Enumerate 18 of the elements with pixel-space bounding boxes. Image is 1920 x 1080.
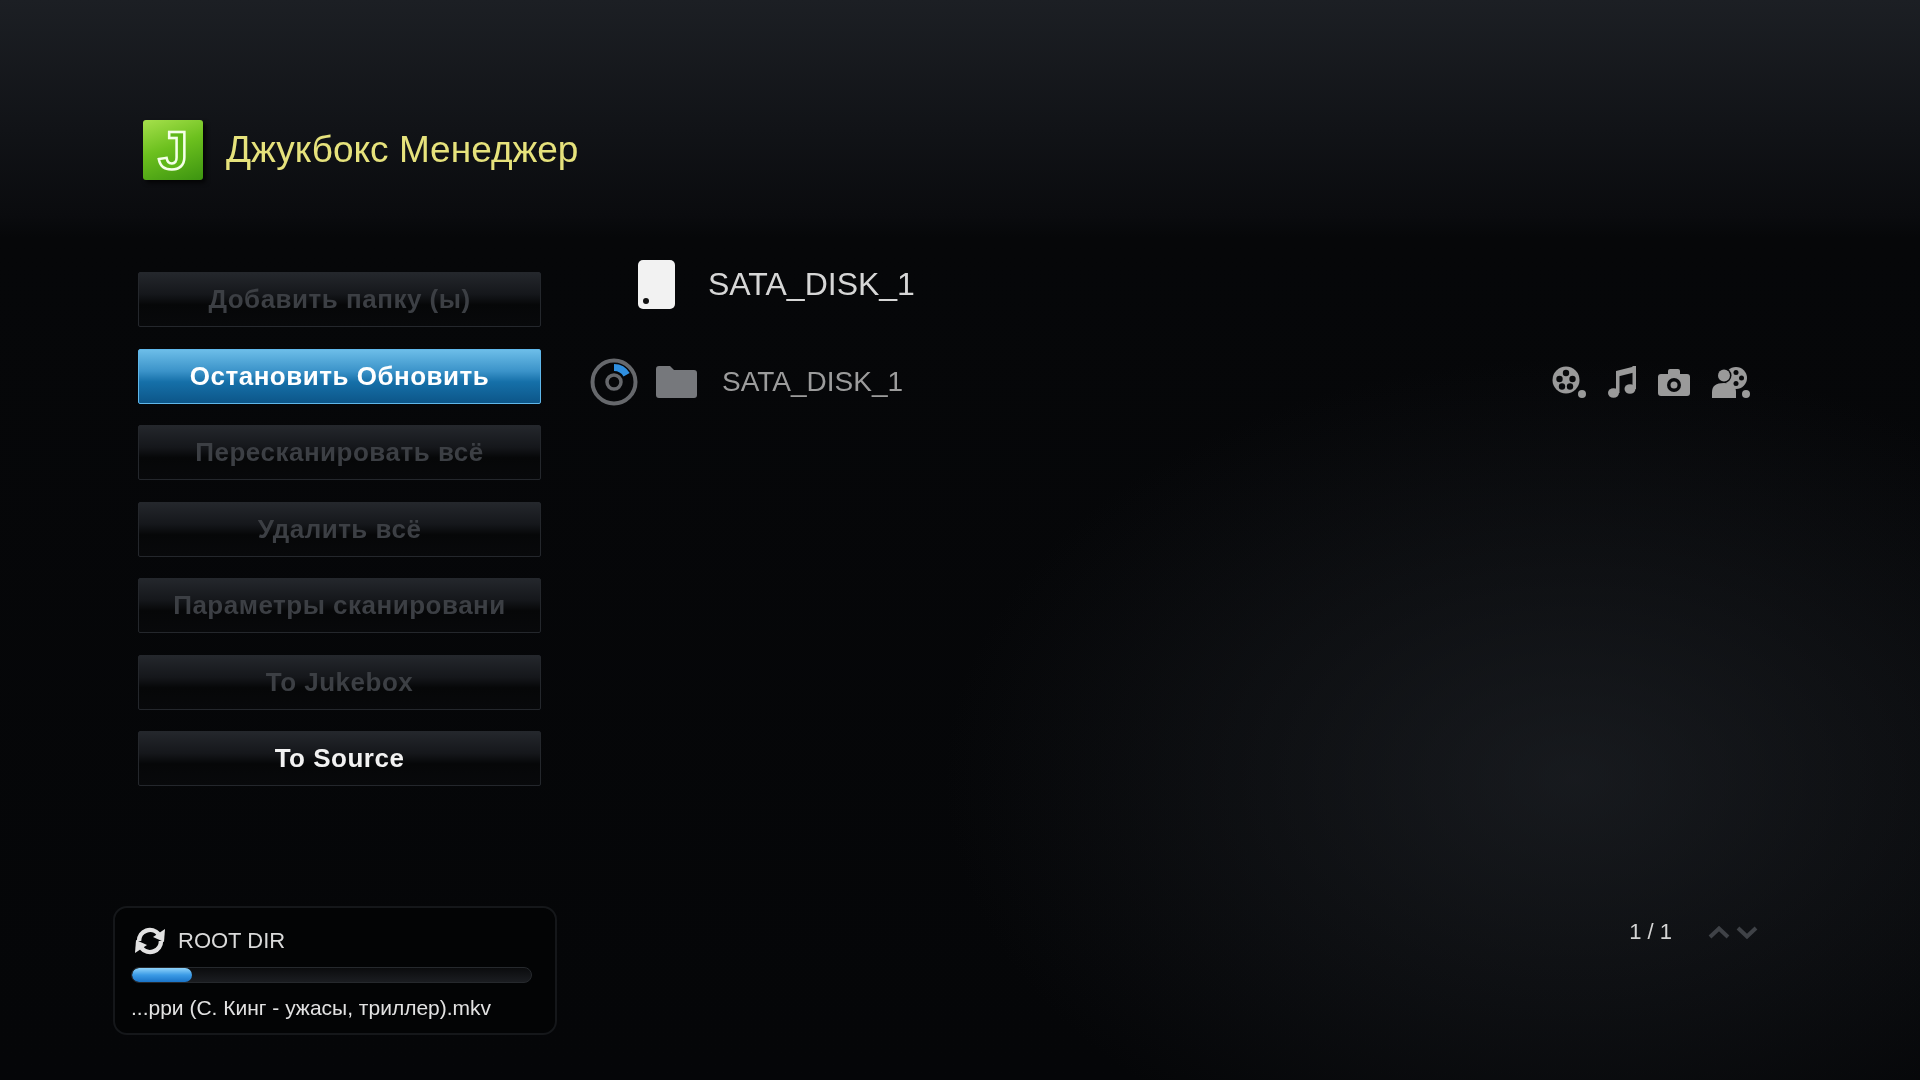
folder-icon [656, 366, 697, 398]
folder-name[interactable]: SATA_DISK_1 [722, 366, 904, 398]
menu-button[interactable]: Остановить Обновить [138, 348, 541, 404]
app-title: Джукбокс Менеджер [226, 128, 579, 172]
page-counter: 1 / 1 [1629, 919, 1672, 945]
music-note-icon [1608, 366, 1636, 398]
drive-name: SATA_DISK_1 [708, 266, 915, 303]
chevron-down-icon[interactable] [1736, 925, 1758, 939]
spinner-icon [590, 358, 638, 406]
film-reel-icon [1552, 366, 1586, 398]
person-reel-icon [1712, 366, 1750, 398]
app-logo: J [143, 120, 203, 180]
chevron-up-icon[interactable] [1708, 925, 1730, 939]
scan-file-name: ...рри (С. Кинг - ужасы, триллер).mkv [131, 995, 493, 1021]
hard-drive-icon [638, 260, 675, 309]
scan-folder-label: ROOT DIR [178, 927, 286, 954]
menu-button[interactable]: To Source [138, 731, 541, 786]
camera-icon [1658, 368, 1690, 396]
